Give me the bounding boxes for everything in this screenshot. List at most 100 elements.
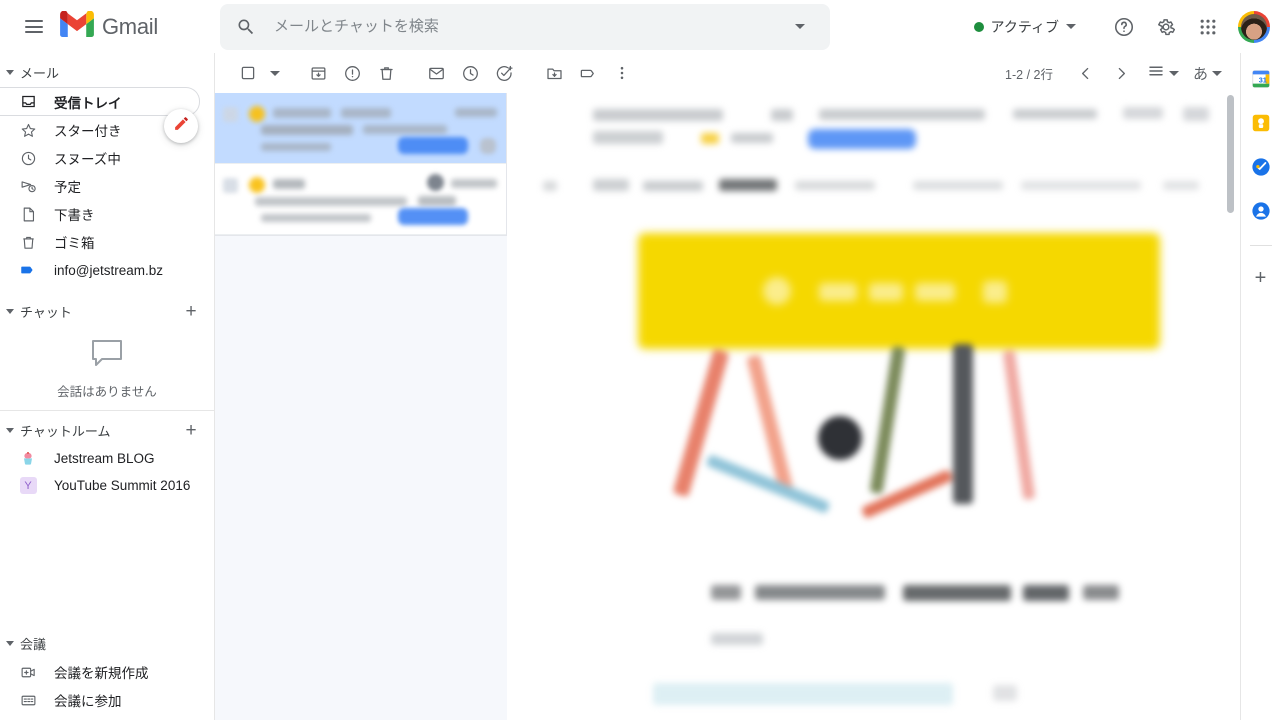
next-page-chevron-right-icon[interactable] — [1105, 56, 1139, 90]
report-spam-icon[interactable] — [335, 56, 369, 90]
room-badge: Y — [19, 477, 37, 494]
header-right: アクティブ — [962, 7, 1280, 47]
gmail-brand[interactable]: Gmail — [60, 10, 158, 42]
rooms-section-title: チャットルーム — [20, 423, 111, 439]
chat-section-title: チャット — [20, 304, 72, 320]
row-avatar-icon — [427, 174, 444, 191]
meet-section-header[interactable]: 会議 — [0, 628, 214, 658]
draft-icon — [18, 204, 38, 224]
meet-caret-down-icon[interactable] — [6, 640, 14, 646]
status-label: アクティブ — [990, 18, 1059, 35]
chat-section-header[interactable]: チャット + — [0, 296, 214, 326]
join-meeting-item[interactable]: 会議に参加 — [0, 686, 214, 714]
apps-grid-icon[interactable] — [1188, 7, 1228, 47]
app-header: Gmail アクティブ — [0, 0, 1280, 53]
new-meeting-icon — [18, 662, 38, 682]
reading-pane — [523, 93, 1240, 720]
star-icon — [18, 120, 38, 140]
add-addon-plus-icon[interactable]: + — [1255, 268, 1267, 288]
row-star-icon[interactable] — [249, 177, 265, 193]
google-tasks-icon[interactable] — [1249, 155, 1273, 179]
input-method-selector[interactable]: あ — [1187, 56, 1228, 90]
new-meeting-item[interactable]: 会議を新規作成 — [0, 658, 214, 686]
mail-caret-down-icon[interactable] — [6, 69, 14, 75]
meet-section: 会議 会議を新規作成 会議に参加 — [0, 624, 214, 720]
more-vertical-icon[interactable] — [605, 56, 639, 90]
sidebar-item-drafts[interactable]: 下書き — [0, 200, 214, 228]
meet-item-label: 会議に参加 — [54, 694, 122, 709]
sidebar-item-snoozed[interactable]: スヌーズ中 — [0, 144, 214, 172]
pagination-count: 1-2 / 2行 — [1005, 67, 1053, 82]
trash-icon — [18, 232, 38, 252]
search-input[interactable] — [266, 18, 780, 35]
row-checkbox-icon[interactable] — [223, 107, 238, 122]
mail-list-panel — [213, 93, 507, 720]
room-item-youtube-summit[interactable]: Y YouTube Summit 2016 — [0, 472, 214, 499]
label-tag-icon — [18, 260, 38, 280]
sidebar-item-trash[interactable]: ゴミ箱 — [0, 228, 214, 256]
rooms-add-plus-icon[interactable]: + — [178, 417, 204, 443]
chat-add-plus-icon[interactable]: + — [178, 298, 204, 324]
room-item-jetstream-blog[interactable]: Jetstream BLOG — [0, 445, 214, 472]
table-row[interactable] — [213, 93, 506, 164]
meet-item-label: 会議を新規作成 — [54, 666, 149, 681]
join-meeting-icon — [18, 690, 38, 710]
status-badge[interactable]: アクティブ — [962, 10, 1088, 44]
rooms-section-header[interactable]: チャットルーム + — [0, 415, 214, 445]
cupcake-icon — [18, 449, 38, 469]
sidebar-item-label-jetstream[interactable]: info@jetstream.bz — [0, 256, 214, 284]
avatar[interactable] — [1238, 10, 1270, 43]
help-icon[interactable] — [1104, 7, 1144, 47]
avatar-photo — [1241, 13, 1267, 40]
snooze-clock-icon[interactable] — [453, 56, 487, 90]
search-options-chevron-down-icon[interactable] — [780, 7, 820, 47]
labels-tag-icon[interactable] — [571, 56, 605, 90]
row-action-chip[interactable] — [398, 137, 468, 154]
gear-icon[interactable] — [1146, 7, 1186, 47]
scrollbar-thumb[interactable] — [1227, 95, 1234, 213]
compose-pencil-icon — [173, 115, 190, 137]
sidebar-item-label: 下書き — [54, 208, 95, 223]
sidebar-item-scheduled[interactable]: 予定 — [0, 172, 214, 200]
chat-caret-down-icon[interactable] — [6, 308, 14, 314]
row-action-chip[interactable] — [398, 208, 468, 225]
row-star-icon[interactable] — [249, 106, 265, 122]
clock-icon — [18, 148, 38, 168]
brand-name: Gmail — [102, 13, 158, 39]
gmail-app: Gmail アクティブ — [0, 0, 1280, 720]
sidebar-item-label: スヌーズ中 — [54, 152, 121, 167]
google-keep-icon[interactable] — [1249, 111, 1273, 135]
select-all-checkbox-icon[interactable] — [231, 56, 265, 90]
chat-empty-state: 会話はありません — [0, 326, 214, 400]
google-contacts-icon[interactable] — [1249, 199, 1273, 223]
hamburger-icon[interactable] — [14, 7, 54, 47]
add-to-tasks-icon[interactable] — [487, 56, 521, 90]
rooms-caret-down-icon[interactable] — [6, 427, 14, 433]
status-dot-icon — [973, 21, 984, 32]
row-sender-redacted — [273, 179, 305, 189]
sidebar-item-label: 受信トレイ — [54, 95, 122, 111]
move-to-folder-icon[interactable] — [537, 56, 571, 90]
delete-icon[interactable] — [369, 56, 403, 90]
row-checkbox-icon[interactable] — [223, 178, 238, 193]
table-row[interactable] — [213, 164, 506, 235]
rail-divider — [1249, 245, 1272, 246]
prev-page-chevron-left-icon[interactable] — [1069, 56, 1103, 90]
svg-text:31: 31 — [1258, 76, 1266, 85]
reading-pane-scrollbar[interactable] — [1224, 93, 1236, 720]
google-calendar-icon[interactable]: 31 — [1249, 67, 1273, 91]
search-icon[interactable] — [226, 7, 266, 47]
chat-empty-text: 会話はありません — [57, 385, 157, 399]
archive-icon[interactable] — [301, 56, 335, 90]
mark-unread-envelope-icon[interactable] — [419, 56, 453, 90]
mail-section-header[interactable]: メール — [0, 57, 214, 87]
search-bar[interactable] — [220, 3, 830, 50]
sidebar-item-label: ゴミ箱 — [54, 236, 95, 251]
compose-button[interactable] — [164, 109, 198, 143]
side-panel-rail: 31 + — [1240, 53, 1280, 720]
letter-y-icon: Y — [18, 476, 38, 496]
density-selector[interactable] — [1141, 56, 1185, 90]
select-chevron-down-icon[interactable] — [265, 56, 285, 90]
status-chevron-down-icon — [1066, 24, 1076, 29]
toolbar-right: 1-2 / 2行 あ — [1005, 56, 1240, 90]
